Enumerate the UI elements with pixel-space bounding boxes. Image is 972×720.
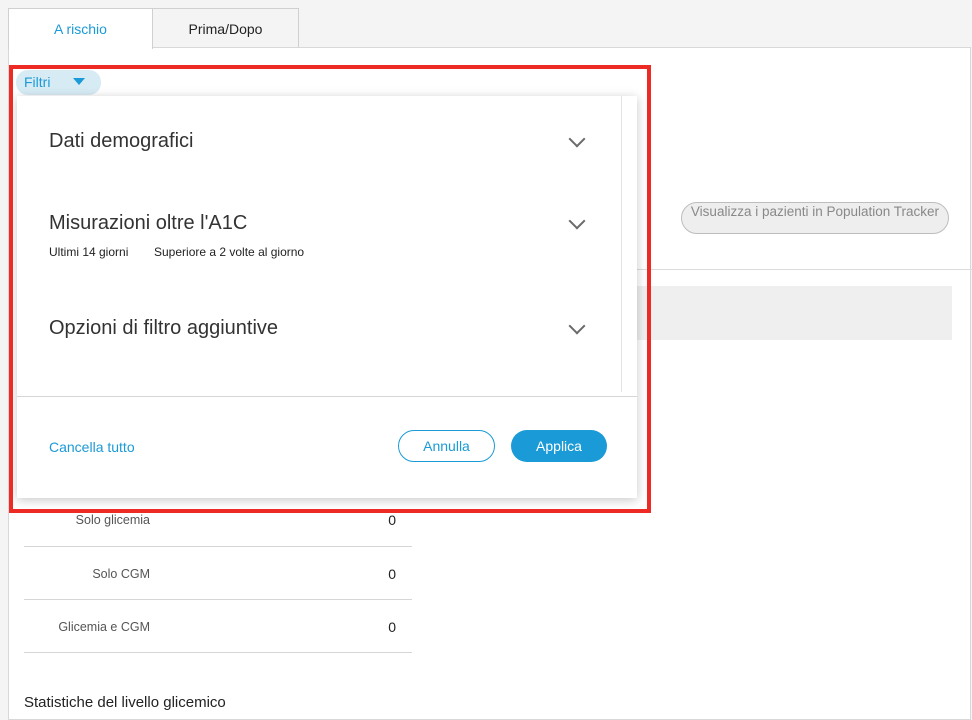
filter-panel: Dati demografici Misurazioni oltre l'A1C… <box>17 96 637 498</box>
apply-button[interactable]: Applica <box>511 430 607 462</box>
tab-at-risk[interactable]: A rischio <box>8 8 153 49</box>
table-row: Glicemia e CGM 0 <box>24 600 412 653</box>
filter-value-frequency: Superiore a 2 volte al giorno <box>154 245 305 259</box>
row-value: 0 <box>388 512 396 528</box>
tab-bar: A rischio Prima/Dopo <box>8 8 299 49</box>
table-header-band <box>637 286 952 340</box>
filter-chip-label: Filtri <box>24 74 51 90</box>
divider <box>17 396 637 397</box>
section-heading: Statistiche del livello glicemico <box>24 694 226 711</box>
clear-all-link[interactable]: Cancella tutto <box>49 439 135 455</box>
tab-before-after[interactable]: Prima/Dopo <box>153 8 299 48</box>
chevron-down-icon[interactable] <box>568 317 586 335</box>
caret-down-icon <box>73 78 85 85</box>
table-row: Solo glicemia 0 <box>24 494 412 547</box>
section-measurements-title[interactable]: Misurazioni oltre l'A1C <box>49 212 247 235</box>
section-additional-options-title[interactable]: Opzioni di filtro aggiuntive <box>49 317 278 340</box>
row-label: Solo CGM <box>92 567 150 581</box>
row-value: 0 <box>388 566 396 582</box>
section-demographics-title[interactable]: Dati demografici <box>49 130 194 153</box>
chevron-down-icon[interactable] <box>568 130 586 148</box>
scrollbar-track[interactable] <box>621 96 622 392</box>
row-label: Glicemia e CGM <box>58 620 150 634</box>
row-value: 0 <box>388 619 396 635</box>
filter-value-period: Ultimi 14 giorni <box>49 245 129 259</box>
cancel-button[interactable]: Annulla <box>398 430 495 462</box>
chevron-down-icon[interactable] <box>568 212 586 230</box>
divider <box>637 269 972 270</box>
view-in-population-tracker-button[interactable]: Visualizza i pazienti in Population Trac… <box>681 202 949 234</box>
row-label: Solo glicemia <box>75 513 150 527</box>
filter-chip[interactable]: Filtri <box>16 70 101 95</box>
table-row: Solo CGM 0 <box>24 547 412 600</box>
